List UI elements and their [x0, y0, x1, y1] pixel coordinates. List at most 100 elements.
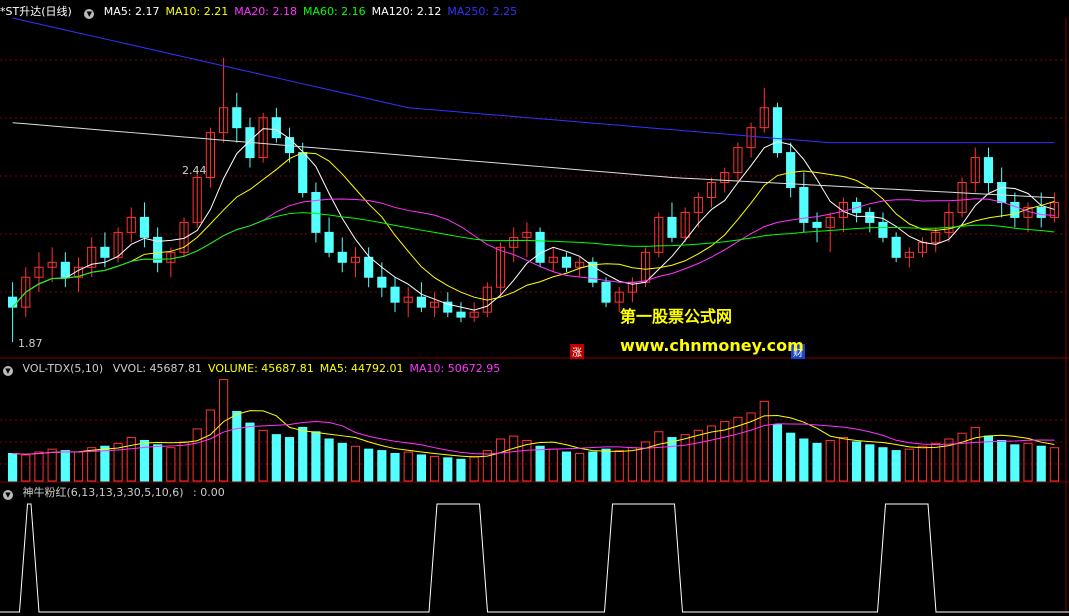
- candle-body: [1036, 206, 1046, 218]
- candle-body: [232, 107, 242, 129]
- candle-body: [799, 187, 809, 223]
- volume-bar: [443, 457, 453, 482]
- volume-bar: [693, 429, 703, 482]
- ma10-line: [12, 152, 1055, 308]
- volume-bar: [21, 454, 31, 482]
- volume-bar: [232, 410, 242, 482]
- volume-bar: [852, 441, 862, 482]
- volume-bar: [706, 425, 717, 482]
- volume-bar: [522, 439, 532, 482]
- volume-header: ▼ VOL-TDX(5,10) VVOL: 45687.81 VOLUME: 45…: [0, 361, 512, 376]
- volume-bar: [34, 451, 44, 482]
- watermark-url: www.chnmoney.com: [620, 336, 804, 355]
- price-legend-item: MA5: 2.17: [103, 5, 160, 18]
- volume-bar: [601, 448, 611, 482]
- indicator-value: : 0.00: [193, 486, 225, 499]
- volume-bar: [838, 437, 848, 482]
- settings-icon[interactable]: ▼: [84, 9, 95, 19]
- volume-bar: [654, 431, 664, 482]
- volume-bar: [865, 444, 875, 482]
- ma5-line: [12, 128, 1055, 311]
- price-title: *ST升达(日线): [0, 5, 72, 18]
- candle-body: [271, 117, 281, 139]
- volume-bar: [786, 432, 796, 482]
- volume-bar: [126, 437, 136, 482]
- candle-body: [997, 182, 1007, 203]
- candle-body: [337, 251, 347, 263]
- watermark-title: 第一股票公式网: [620, 307, 733, 326]
- candle-body: [364, 256, 374, 278]
- volume-bar: [139, 439, 150, 482]
- candle-body: [983, 157, 994, 184]
- volume-bar: [983, 435, 994, 482]
- candle-body: [311, 191, 321, 233]
- volume-bar: [997, 439, 1007, 482]
- volume-bar: [667, 437, 677, 482]
- candle-body: [377, 276, 387, 288]
- volume-bar: [746, 412, 756, 482]
- volume-bar: [957, 432, 967, 482]
- volume-bar: [904, 448, 914, 482]
- volume-bar: [588, 451, 598, 482]
- candle-body: [8, 296, 18, 308]
- volume-bar: [364, 448, 374, 482]
- candle-body: [561, 256, 572, 268]
- volume-bar: [100, 445, 110, 482]
- candle-body: [786, 152, 796, 188]
- settings-icon[interactable]: ▼: [3, 490, 13, 500]
- volume-bar: [245, 422, 255, 482]
- price-legend-item: MA120: 2.12: [371, 5, 442, 18]
- candle-body: [324, 231, 334, 253]
- candle-body: [416, 296, 426, 308]
- candle-body: [100, 246, 110, 258]
- price-legend-item: MA20: 2.18: [234, 5, 297, 18]
- volume-ma10-line: [12, 420, 1055, 455]
- volume-bar: [284, 437, 295, 482]
- price-header: *ST升达(日线) ▼ MA5: 2.17 MA10: 2.21 MA20: 2.1…: [0, 4, 529, 19]
- candle-body: [667, 216, 677, 238]
- ma60-line: [12, 212, 1055, 308]
- volume-bar: [298, 426, 308, 482]
- volume-bar: [219, 379, 229, 482]
- volume-bar: [179, 441, 189, 482]
- volume-bar: [456, 458, 466, 482]
- candle-body: [812, 221, 822, 228]
- volume-bar: [970, 426, 980, 482]
- volume-bar: [931, 442, 941, 482]
- volume-bar: [153, 444, 163, 482]
- candle-body: [60, 261, 70, 278]
- volume-bar: [205, 409, 215, 482]
- ma250-line: [12, 17, 1055, 144]
- volume-bar: [825, 439, 835, 482]
- low-label: 1.87: [18, 337, 43, 350]
- volume-bar: [812, 442, 822, 482]
- candle-body: [891, 236, 901, 258]
- volume-bar: [772, 424, 783, 482]
- volume-bar: [759, 400, 769, 482]
- volume-bar: [548, 448, 558, 482]
- volume-bar: [416, 454, 426, 482]
- indicator-title: 神牛粉红(6,13,13,3,30,5,10,6): [22, 486, 184, 499]
- volume-bar: [535, 445, 545, 482]
- volume-bar: [1036, 445, 1046, 482]
- volume-bar: [561, 451, 572, 482]
- ma120-line: [12, 122, 1055, 199]
- volume-bar: [8, 452, 18, 482]
- volume-bar: [60, 450, 70, 482]
- price-legend: MA5: 2.17 MA10: 2.21 MA20: 2.18 MA60: 2.16 M…: [104, 5, 523, 18]
- volume-bar: [614, 450, 624, 482]
- volume-bar: [469, 455, 479, 482]
- volume-bar: [1010, 444, 1020, 482]
- volume-bar: [324, 438, 334, 482]
- volume-bar: [377, 450, 387, 482]
- volume-legend-item: VOLUME: 45687.81: [208, 362, 314, 375]
- volume-legend-item: MA10: 50672.95: [409, 362, 501, 375]
- settings-icon[interactable]: ▼: [3, 366, 13, 376]
- candle-body: [772, 107, 783, 154]
- volume-bar: [337, 442, 347, 482]
- volume-bar: [271, 434, 281, 482]
- candle-body: [1010, 201, 1020, 218]
- candle-body: [535, 231, 545, 263]
- chart-canvas: [0, 17, 1069, 613]
- candle-body: [601, 281, 611, 303]
